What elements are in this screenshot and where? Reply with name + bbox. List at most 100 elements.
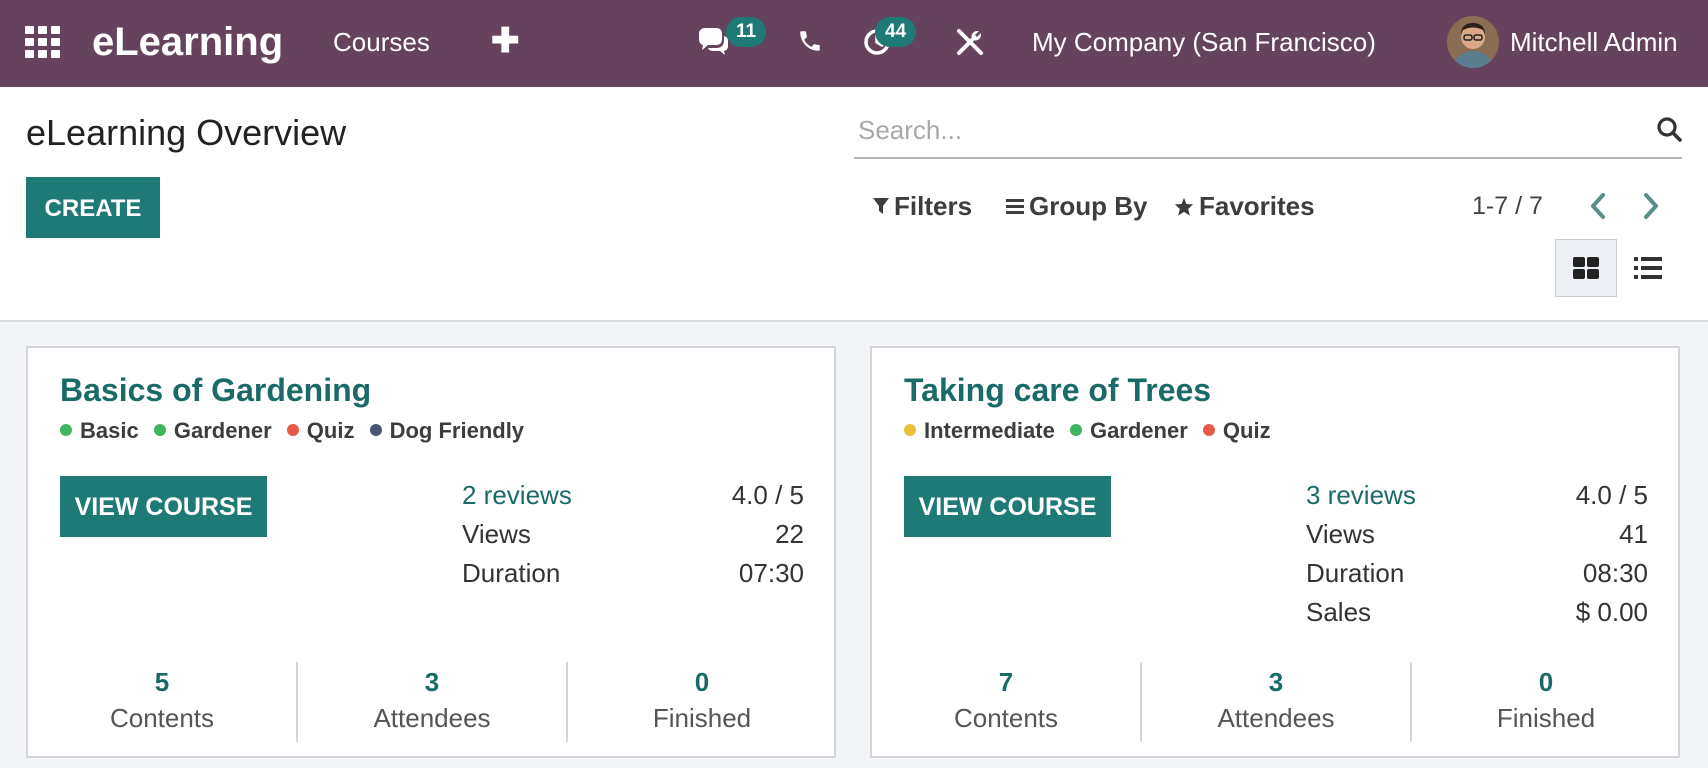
course-stats: 2 reviews 4.0 / 5 Views 22 Duration 07:3… (462, 476, 804, 593)
stat-row-reviews: 3 reviews 4.0 / 5 (1306, 476, 1648, 515)
menu-courses[interactable]: Courses (333, 26, 430, 58)
list-icon (1634, 257, 1662, 279)
app-brand[interactable]: eLearning (92, 18, 283, 66)
course-stats: 3 reviews 4.0 / 5 Views 41 Duration 08:3… (1306, 476, 1648, 632)
tag: Quiz (1202, 416, 1271, 446)
stat-row: Views 22 (462, 515, 804, 554)
stat-label: Views (1306, 519, 1375, 549)
tag-dot (60, 424, 72, 437)
stat-label: Sales (1306, 597, 1372, 627)
search-bar (854, 105, 1682, 159)
finished-count: 0 (1538, 667, 1554, 697)
search-input[interactable] (854, 105, 1622, 155)
group-by-label: Group By (1029, 191, 1148, 221)
stat-row: Sales $ 0.00 (1306, 593, 1648, 632)
group-by-bars-icon (1006, 199, 1024, 215)
company-switcher[interactable]: My Company (San Francisco) (1032, 26, 1376, 58)
list-view-button[interactable] (1617, 239, 1679, 297)
contents-count: 7 (998, 667, 1014, 697)
course-card[interactable]: Basics of Gardening Basic Gardener Quiz … (26, 346, 836, 758)
favorites-button[interactable]: Favorites (1174, 190, 1315, 222)
attendees-count: 3 (1268, 667, 1284, 697)
tag-dot (286, 424, 299, 437)
quick-create-plus-icon[interactable]: ✚ (491, 22, 520, 60)
course-title[interactable]: Basics of Gardening (60, 370, 371, 410)
finished-stat[interactable]: 0 Finished (1410, 662, 1680, 742)
tag-label: Gardener (173, 418, 272, 443)
view-course-button[interactable]: VIEW COURSE (60, 476, 267, 537)
phone-icon[interactable] (797, 28, 823, 59)
top-navbar: eLearning Courses ✚ 11 44 My Company (Sa… (0, 0, 1708, 87)
pager-next-icon[interactable] (1638, 189, 1664, 228)
search-icon[interactable] (1656, 116, 1682, 147)
course-card[interactable]: Taking care of Trees Intermediate Garden… (870, 346, 1680, 758)
stat-row: Duration 08:30 (1306, 554, 1648, 593)
filter-funnel-icon (873, 198, 889, 215)
messages-badge: 11 (726, 17, 767, 47)
tag: Gardener (153, 416, 272, 446)
contents-stat[interactable]: 5 Contents (28, 662, 296, 742)
favorites-label: Favorites (1199, 191, 1315, 221)
app-menu-icon[interactable] (25, 26, 60, 58)
user-menu[interactable]: Mitchell Admin (1510, 26, 1678, 58)
rating-value: 4.0 / 5 (731, 480, 804, 510)
activities-badge: 44 (875, 17, 917, 47)
tag-dot (1202, 424, 1215, 437)
stat-label: Duration (1306, 558, 1405, 588)
course-title[interactable]: Taking care of Trees (904, 370, 1211, 410)
finished-count: 0 (694, 667, 710, 697)
course-tags: Basic Gardener Quiz Dog Friendly (60, 416, 533, 446)
course-footer: 7 Contents 3 Attendees 0 Finished (872, 662, 1678, 742)
tag: Gardener (1069, 416, 1188, 446)
group-by-button[interactable]: Group By (1006, 190, 1147, 222)
stat-value: 07:30 (738, 558, 804, 588)
filters-label: Filters (894, 191, 973, 221)
stat-row-reviews: 2 reviews 4.0 / 5 (462, 476, 804, 515)
kanban-view-button[interactable] (1555, 239, 1617, 297)
tag-dot (153, 424, 166, 437)
pager-previous-icon[interactable] (1585, 189, 1611, 228)
attendees-stat[interactable]: 3 Attendees (296, 662, 566, 742)
tag: Dog Friendly (369, 416, 524, 446)
course-footer: 5 Contents 3 Attendees 0 Finished (28, 662, 834, 742)
contents-label: Contents (953, 703, 1059, 733)
attendees-stat[interactable]: 3 Attendees (1140, 662, 1410, 742)
pager-value[interactable]: 1-7 / 7 (1472, 190, 1543, 222)
tag-label: Quiz (1222, 418, 1271, 443)
tag: Intermediate (904, 416, 1055, 446)
stat-label: Duration (462, 558, 561, 588)
stat-row: Duration 07:30 (462, 554, 804, 593)
kanban-grid-icon (1573, 257, 1599, 279)
attendees-label: Attendees (1217, 703, 1335, 733)
tag-dot (1069, 424, 1082, 437)
view-course-button[interactable]: VIEW COURSE (904, 476, 1111, 537)
contents-stat[interactable]: 7 Contents (872, 662, 1140, 742)
page-title: eLearning Overview (26, 112, 347, 153)
stat-value: 41 (1619, 519, 1648, 549)
course-tags: Intermediate Gardener Quiz (904, 416, 1280, 446)
reviews-link[interactable]: 3 reviews (1306, 476, 1416, 515)
reviews-link[interactable]: 2 reviews (462, 476, 572, 515)
stat-row: Views 41 (1306, 515, 1648, 554)
star-icon (1174, 197, 1194, 216)
tag-label: Gardener (1089, 418, 1188, 443)
stat-label: Views (462, 519, 531, 549)
rating-value: 4.0 / 5 (1575, 480, 1648, 510)
tag: Basic (60, 416, 139, 446)
finished-label: Finished (652, 703, 752, 733)
tag-label: Basic (80, 418, 139, 443)
stat-value: 08:30 (1582, 558, 1648, 588)
finished-stat[interactable]: 0 Finished (566, 662, 836, 742)
tag-label: Intermediate (924, 418, 1055, 443)
tools-icon[interactable] (955, 27, 985, 62)
contents-label: Contents (109, 703, 215, 733)
messages-icon[interactable] (696, 24, 730, 63)
tag: Quiz (286, 416, 355, 446)
tag-dot (904, 424, 916, 437)
stat-value: $ 0.00 (1575, 597, 1648, 627)
filters-button[interactable]: Filters (873, 190, 972, 222)
user-avatar[interactable] (1447, 16, 1499, 68)
create-button[interactable]: CREATE (26, 177, 160, 238)
tag-label: Quiz (306, 418, 355, 443)
contents-count: 5 (154, 667, 170, 697)
